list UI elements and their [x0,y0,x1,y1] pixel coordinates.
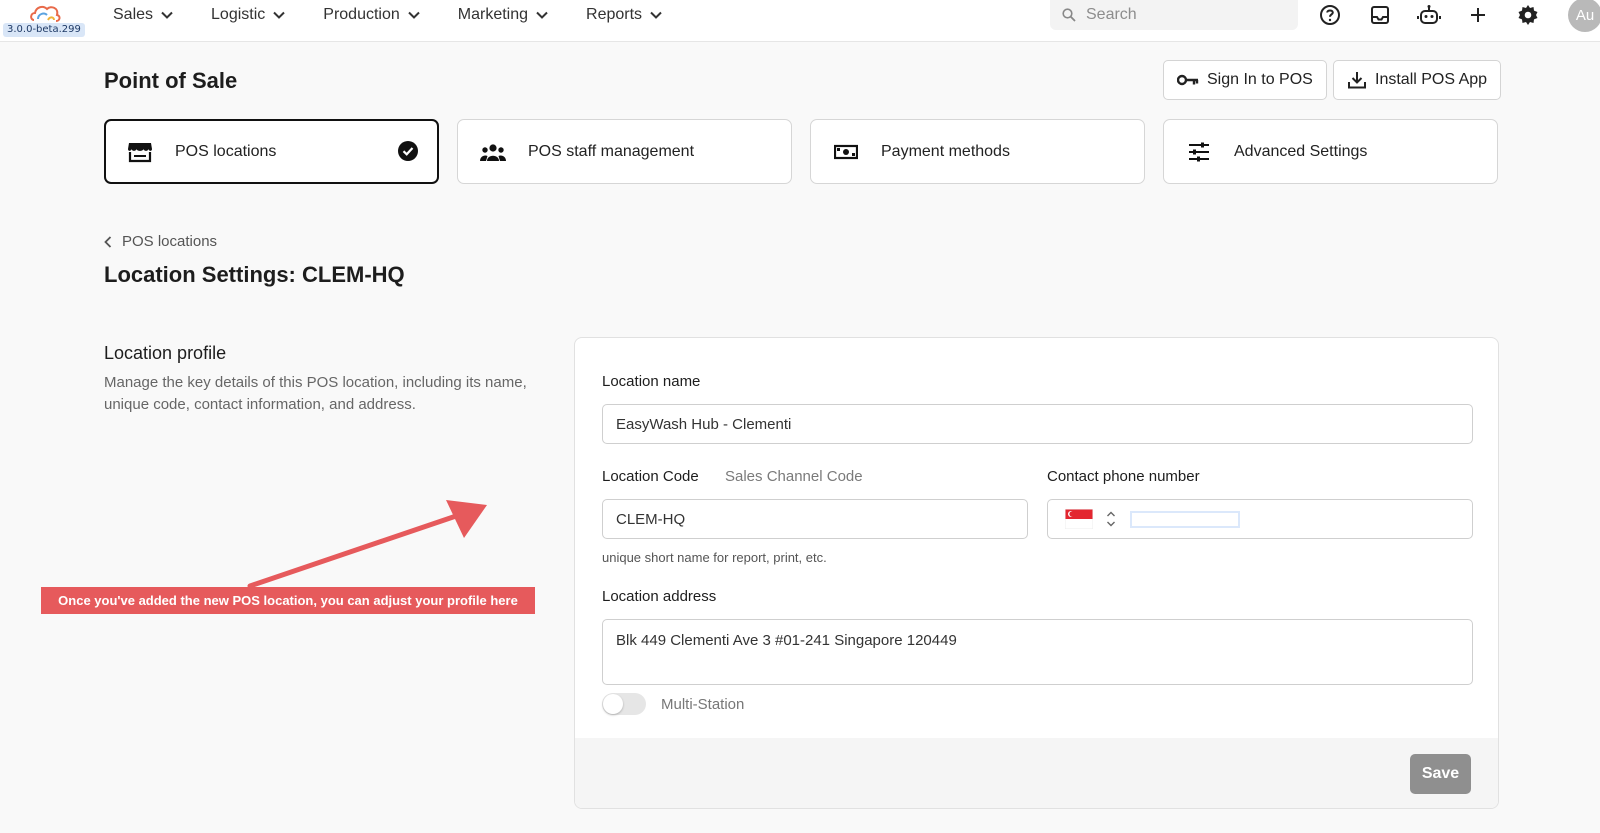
tab-pos-locations[interactable]: POS locations [104,119,439,184]
chevron-down-icon [408,11,420,19]
multi-station-label: Multi-Station [661,696,745,713]
tab-label: POS staff management [528,142,695,160]
main-nav: Sales Logistic Production Marketing Repo… [113,0,700,30]
top-navigation-bar: 3.0.0-beta.299 Sales Logistic Production… [0,0,1600,42]
settings-button[interactable] [1515,2,1541,28]
chevron-down-icon [273,11,285,19]
nav-sales[interactable]: Sales [113,6,173,24]
page-title: Point of Sale [104,68,238,93]
phone-number-input[interactable] [1130,511,1240,528]
check-circle-icon [398,141,418,161]
key-icon [1177,74,1199,86]
sign-in-pos-label: Sign In to POS [1207,71,1313,88]
sales-channel-code-label[interactable]: Sales Channel Code [725,468,863,485]
gear-icon [1518,5,1538,25]
search-input[interactable] [1086,6,1266,24]
tab-label: POS locations [175,142,277,160]
users-icon [478,142,508,162]
nav-production[interactable]: Production [323,6,420,24]
plus-icon [1471,8,1485,22]
location-code-hint: unique short name for report, print, etc… [602,550,827,565]
chevron-up-down-icon[interactable] [1106,509,1116,529]
contact-phone-label: Contact phone number [1047,468,1200,485]
location-settings-title: Location Settings: CLEM-HQ [104,262,405,287]
tab-payment-methods[interactable]: Payment methods [810,119,1145,184]
install-pos-app-button[interactable]: Install POS App [1333,60,1502,100]
annotation-callout: Once you've added the new POS location, … [41,587,535,614]
nav-label: Marketing [457,6,529,23]
cash-icon [831,144,861,160]
chevron-down-icon [536,11,548,19]
nav-reports[interactable]: Reports [586,6,662,24]
location-code-label: Location Code [602,468,699,485]
location-name-input[interactable] [602,404,1473,444]
toggle-knob [603,694,623,714]
add-button[interactable] [1465,2,1491,28]
multi-station-toggle[interactable] [602,693,646,715]
sign-in-pos-button[interactable]: Sign In to POS [1163,60,1327,100]
inbox-icon [1371,6,1389,24]
robot-icon [1417,5,1441,24]
chevron-left-icon [104,235,112,248]
location-name-label: Location name [602,373,701,390]
avatar[interactable]: Au [1568,0,1600,32]
install-pos-app-label: Install POS App [1375,71,1488,88]
sliders-icon [1184,142,1214,162]
help-button[interactable] [1317,2,1343,28]
singapore-flag-icon[interactable] [1065,509,1093,529]
location-profile-card: Location name Location Code Sales Channe… [574,337,1499,809]
tab-advanced-settings[interactable]: Advanced Settings [1163,119,1498,184]
chevron-down-icon [650,11,662,19]
location-address-input[interactable]: Blk 449 Clementi Ave 3 #01-241 Singapore… [602,619,1473,685]
version-badge: 3.0.0-beta.299 [3,23,85,37]
help-circle-icon [1320,5,1340,25]
chevron-down-icon [161,11,173,19]
search-icon [1062,8,1076,22]
tab-label: Payment methods [881,142,1010,160]
nav-marketing[interactable]: Marketing [458,6,548,24]
nav-label: Reports [586,6,643,23]
card-footer: Save [575,738,1498,808]
nav-label: Production [323,6,400,23]
nav-logistic[interactable]: Logistic [211,6,285,24]
location-address-label: Location address [602,588,717,605]
assistant-button[interactable] [1416,2,1442,28]
save-button[interactable]: Save [1410,754,1471,794]
breadcrumb-label: POS locations [122,233,218,250]
download-icon [1348,72,1366,89]
contact-phone-field[interactable] [1047,499,1473,539]
location-code-input[interactable] [602,499,1028,539]
tab-pos-staff-management[interactable]: POS staff management [457,119,792,184]
location-profile-description: Manage the key details of this POS locat… [104,374,527,413]
tab-label: Advanced Settings [1234,142,1368,160]
breadcrumb[interactable]: POS locations [104,233,217,250]
search-box[interactable] [1050,0,1298,30]
location-profile-title: Location profile [104,343,227,363]
nav-label: Sales [113,6,154,23]
app-logo-icon[interactable] [28,2,62,24]
inbox-button[interactable] [1367,2,1393,28]
store-icon [125,141,155,163]
nav-label: Logistic [211,6,266,23]
